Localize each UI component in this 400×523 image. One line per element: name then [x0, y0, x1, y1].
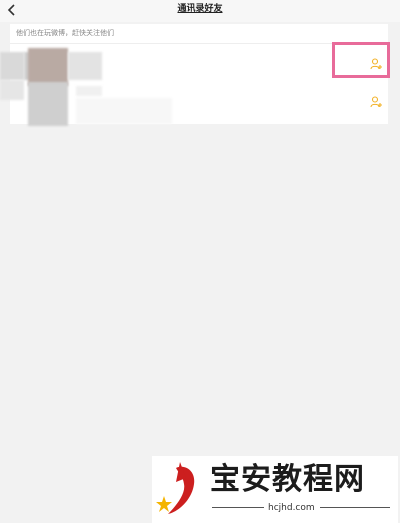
watermark-title: 宝安教程网: [210, 462, 365, 497]
contact-avatar-blurred: [28, 48, 68, 86]
highlight-annotation: [332, 42, 390, 78]
divider: [320, 507, 390, 508]
watermark-site: hcjhd.com: [268, 503, 315, 513]
watermark: 宝安教程网 hcjhd.com: [152, 456, 398, 523]
contact-row[interactable]: [0, 80, 388, 126]
contact-avatar-blurred: [28, 82, 68, 126]
watermark-logo-icon: [156, 462, 195, 514]
contacts-hint: 他们也在玩微博，赶快关注他们: [16, 29, 114, 37]
add-user-icon[interactable]: [370, 96, 382, 108]
navigation-bar: 通讯录好友: [0, 0, 400, 22]
contact-avatar-blurred: [0, 52, 24, 80]
contact-name-blurred: [76, 98, 172, 124]
contact-name-blurred: [76, 86, 102, 96]
page-title: 通讯录好友: [177, 4, 223, 14]
contact-name-blurred: [68, 52, 102, 80]
divider: [212, 507, 264, 508]
contact-avatar-blurred: [0, 80, 24, 100]
